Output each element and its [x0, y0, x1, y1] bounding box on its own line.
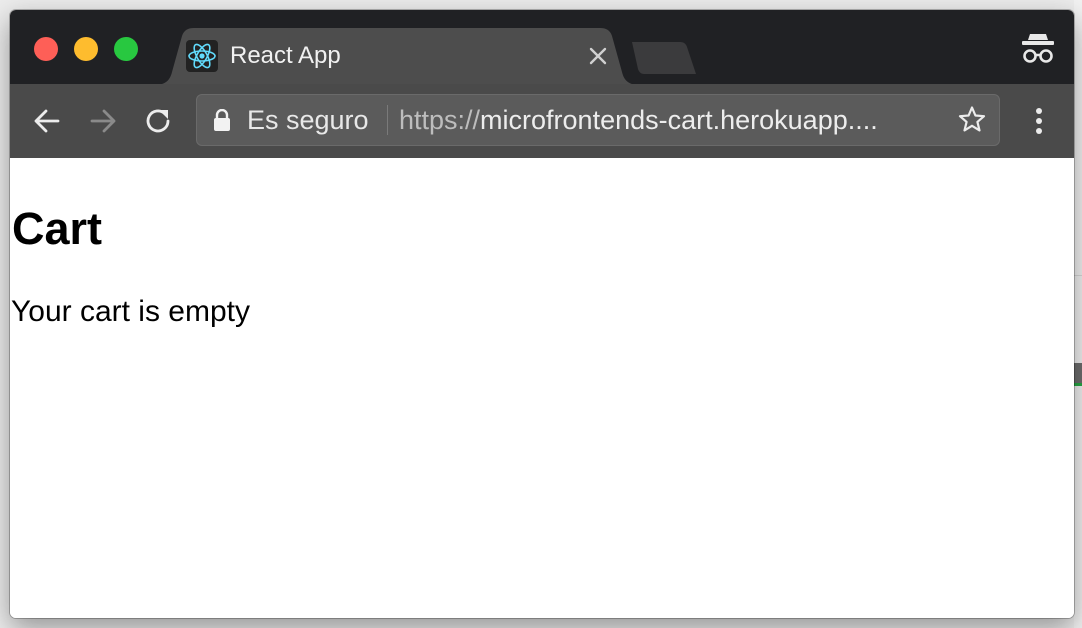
address-bar[interactable]: Es seguro https://microfrontends-cart.he…	[196, 94, 1000, 146]
page-title: Cart	[12, 203, 103, 254]
browser-toolbar: Es seguro https://microfrontends-cart.he…	[10, 84, 1074, 159]
active-tab[interactable]: React App	[154, 28, 640, 85]
reload-icon[interactable]	[140, 102, 178, 140]
window-minimize-button[interactable]	[74, 37, 98, 61]
tab-title: React App	[230, 42, 341, 69]
url-scheme: https://	[399, 105, 481, 135]
new-tab-button[interactable]	[630, 40, 700, 76]
page-content: Cart Your cart is empty	[10, 158, 1074, 618]
incognito-icon[interactable]	[1018, 30, 1058, 70]
menu-dots-icon[interactable]	[1020, 102, 1058, 140]
empty-cart-message: Your cart is empty	[11, 295, 250, 328]
url-host: microfrontends-cart.herokuapp....	[480, 105, 878, 135]
close-icon[interactable]	[584, 42, 612, 70]
title-bar: React App	[10, 10, 1074, 85]
window-maximize-button[interactable]	[114, 37, 138, 61]
background-app-fragment	[1074, 363, 1082, 386]
background-divider	[1074, 275, 1082, 276]
url-text[interactable]: https://microfrontends-cart.herokuapp...…	[399, 95, 878, 145]
background-app-edge	[1074, 0, 1082, 628]
back-arrow-icon[interactable]	[28, 102, 66, 140]
tab-shape	[154, 28, 640, 85]
omnibox-divider	[387, 105, 388, 135]
window-close-button[interactable]	[34, 37, 58, 61]
browser-window: React App Es seguro https://microfronten…	[10, 10, 1074, 618]
star-icon[interactable]	[957, 105, 987, 135]
react-logo-icon	[186, 40, 218, 72]
forward-arrow-icon[interactable]	[84, 102, 122, 140]
security-status-label[interactable]: Es seguro	[247, 95, 369, 145]
lock-icon[interactable]	[213, 108, 231, 131]
